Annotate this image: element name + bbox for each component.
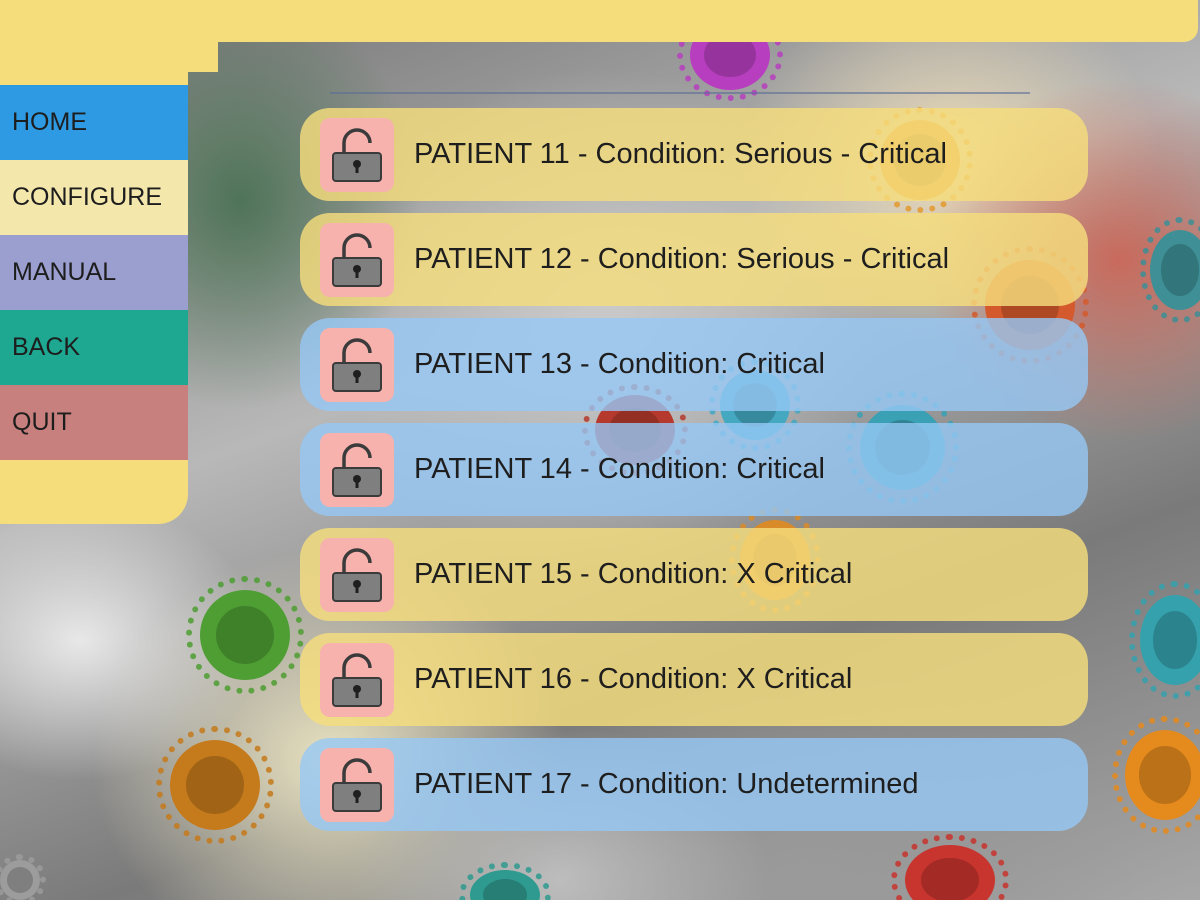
patient-label: PATIENT 14 - Condition: Critical [414, 453, 825, 485]
patient-row[interactable]: PATIENT 15 - Condition: X Critical [300, 528, 1088, 621]
divider [330, 92, 1030, 94]
patient-label: PATIENT 11 - Condition: Serious - Critic… [414, 138, 947, 170]
unlocked-padlock-icon [320, 222, 394, 297]
virus-decoration [185, 575, 305, 695]
unlocked-padlock-icon [320, 537, 394, 612]
sidebar-item-configure[interactable]: CONFIGURE [0, 160, 188, 235]
patient-row[interactable]: PATIENT 11 - Condition: Serious - Critic… [300, 108, 1088, 201]
sidebar-item-quit[interactable]: QUIT [0, 385, 188, 460]
patient-label: PATIENT 16 - Condition: X Critical [414, 663, 853, 695]
patient-label: PATIENT 15 - Condition: X Critical [414, 558, 853, 590]
virus-decoration [1112, 715, 1200, 835]
virus-decoration [458, 862, 552, 900]
patient-label: PATIENT 17 - Condition: Undetermined [414, 768, 919, 800]
virus-decoration [890, 833, 1010, 900]
patient-row[interactable]: PATIENT 16 - Condition: X Critical [300, 633, 1088, 726]
sidebar-item-manual[interactable]: MANUAL [0, 235, 188, 310]
patient-row[interactable]: PATIENT 17 - Condition: Undetermined [300, 738, 1088, 831]
patient-label: PATIENT 12 - Condition: Serious - Critic… [414, 243, 950, 275]
patient-row[interactable]: PATIENT 12 - Condition: Serious - Critic… [300, 213, 1088, 306]
virus-decoration [1128, 580, 1200, 700]
unlocked-padlock-icon [320, 327, 394, 402]
virus-decoration [1140, 217, 1200, 323]
patient-label: PATIENT 13 - Condition: Critical [414, 348, 825, 380]
patient-row[interactable]: PATIENT 13 - Condition: Critical [300, 318, 1088, 411]
patient-row[interactable]: PATIENT 14 - Condition: Critical [300, 423, 1088, 516]
virus-decoration [0, 853, 47, 900]
unlocked-padlock-icon [320, 747, 394, 822]
virus-decoration [155, 725, 275, 845]
frame-corner [188, 42, 218, 72]
unlocked-padlock-icon [320, 117, 394, 192]
sidebar-item-back[interactable]: BACK [0, 310, 188, 385]
unlocked-padlock-icon [320, 432, 394, 507]
sidebar-item-home[interactable]: HOME [0, 85, 188, 160]
unlocked-padlock-icon [320, 642, 394, 717]
